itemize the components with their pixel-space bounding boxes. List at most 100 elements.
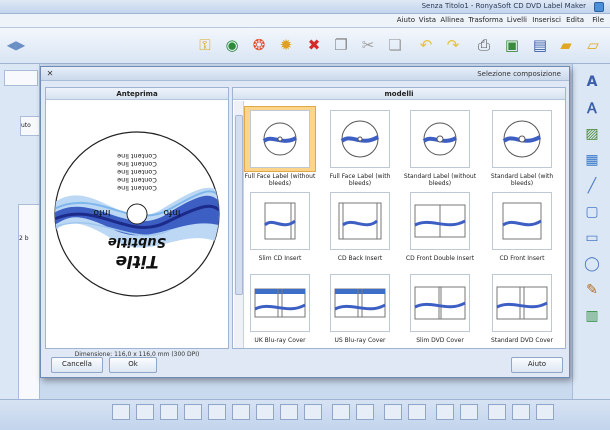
model-tile[interactable]: CD Front Double Insert [401,188,479,262]
tools-panel: A Ａ ▨ ▦ ╱ ▢ ▭ ◯ ✎ ▥ [572,64,610,399]
key-icon[interactable]: ⚿ [195,35,215,55]
ellipse-tool-icon[interactable]: ◯ [582,254,602,274]
title-bar: Senza Titolo1 - RonyaSoft CD DVD Label M… [0,0,610,14]
preview-subtitle: Subtitle [108,234,166,249]
preview-info-left: Info [163,207,181,217]
cancel-button[interactable]: Cancella [51,357,103,373]
open-folder-icon[interactable]: ▰ [556,35,576,55]
model-tile[interactable]: CD Back Insert [321,188,399,262]
menu-transform[interactable]: Trasforma [468,16,503,24]
model-tile[interactable]: Slim DVD Cover [401,270,479,344]
model-label: CD Front Double Insert [405,255,475,262]
model-label: CD Front Insert [499,255,545,262]
delete-icon[interactable]: ✖ [304,35,324,55]
align-right-icon[interactable] [160,404,178,420]
nav-arrows-icon[interactable]: ◀▶ [6,35,26,55]
align-middle-icon[interactable] [208,404,226,420]
model-label: Standard Label (without bleeds) [403,173,477,187]
disc-hole [126,203,148,225]
model-label: US Blu-ray Cover [334,337,386,344]
text-tool-icon[interactable]: A [582,72,602,92]
model-tile[interactable]: Full Face Label (with bleeds) [321,106,399,187]
preview-title: Title [116,251,159,271]
rounded-rectangle-tool-icon[interactable]: ▭ [582,228,602,248]
cut-icon[interactable]: ✂ [358,35,378,55]
menu-view[interactable]: Vista [419,16,436,24]
align-center-icon[interactable] [136,404,154,420]
save-icon[interactable]: ▤ [530,35,550,55]
same-width-icon[interactable] [488,404,506,420]
toolbar: ◀▶ ⚿ ◉ ❂ ✹ ✖ ❐ ✂ ❏ ↶ ↷ ⎙ ▣ ▤ ▰ ▱ [0,28,610,64]
left-panel-tab[interactable] [4,70,38,86]
undo-icon[interactable]: ↶ [416,35,436,55]
send-back-icon[interactable] [408,404,426,420]
dvd-cover-thumb [410,274,470,332]
models-panel: modelli Standard Label (with bleeds) Sta… [232,87,566,349]
preview-content-line: Content line [117,152,157,160]
preview-content-line: Content line [117,176,157,184]
copy-icon[interactable]: ❐ [331,35,351,55]
redo-icon[interactable]: ↷ [443,35,463,55]
ungroup-icon[interactable] [460,404,478,420]
menu-help[interactable]: Aiuto [397,16,415,24]
disc-preview: Title Subtitle Info Info Content line Co… [54,131,220,297]
same-size-icon[interactable] [536,404,554,420]
model-label: Standard Label (with bleeds) [490,173,554,187]
models-header: modelli [233,88,565,100]
distribute-icon[interactable] [256,404,274,420]
lifebuoy-icon[interactable]: ❂ [249,35,269,55]
background-tool-icon[interactable]: ▦ [582,150,602,170]
paste-icon[interactable]: ❏ [385,35,405,55]
preview-content-line: Content line [117,168,157,176]
align-bottom-icon[interactable] [232,404,250,420]
gear-icon[interactable]: ✹ [276,35,296,55]
model-label: Slim DVD Cover [416,337,464,344]
model-tile[interactable]: CD Front Insert [483,188,561,262]
flip-horizontal-icon[interactable] [280,404,298,420]
preview-content-line: Content line [117,184,157,192]
align-left-icon[interactable] [112,404,130,420]
menu-align[interactable]: Allinea [440,16,464,24]
menu-layers[interactable]: Livelli [507,16,527,24]
app-icon [594,2,604,12]
bring-front-icon[interactable] [384,404,402,420]
rectangle-tool-icon[interactable]: ▢ [582,202,602,222]
menu-edit[interactable]: Edita [566,16,584,24]
preview-info-right: Info [93,207,111,217]
line-tool-icon[interactable]: ╱ [582,176,602,196]
cd-label-thumb [410,110,470,168]
model-label: Full Face Label (with bleeds) [329,173,391,187]
insert-thumb [492,192,552,250]
curved-text-tool-icon[interactable]: Ａ [582,98,602,118]
barcode-tool-icon[interactable]: ▥ [582,306,602,326]
model-tile[interactable]: US Blu-ray Cover [321,270,399,344]
flip-vertical-icon[interactable] [304,404,322,420]
left-panel-help-button[interactable]: uto [20,116,40,136]
rotate-left-icon[interactable] [332,404,350,420]
model-tile[interactable]: Standard DVD Cover [483,270,561,344]
same-height-icon[interactable] [512,404,530,420]
close-icon[interactable]: ✕ [45,69,55,79]
model-tile[interactable]: Standard Label (without bleeds) [401,106,479,187]
align-top-icon[interactable] [184,404,202,420]
model-tile[interactable]: UK Blu-ray Cover [241,270,319,344]
image-tool-icon[interactable]: ▨ [582,124,602,144]
group-icon[interactable] [436,404,454,420]
model-tile[interactable]: Standard Label (with bleeds) [483,106,561,187]
model-label: CD Back Insert [337,255,383,262]
pen-tool-icon[interactable]: ✎ [582,280,602,300]
help-button[interactable]: Aiuto [511,357,563,373]
new-folder-icon[interactable]: ▱ [583,35,603,55]
menu-file[interactable]: File [592,16,604,24]
export-icon[interactable]: ▣ [502,35,522,55]
model-tile[interactable]: Slim CD Insert [241,188,319,262]
dialog-title: Selezione composizione [477,70,561,78]
left-panel-list: 2 b [18,204,40,416]
ok-button[interactable]: Ok [109,357,157,373]
model-tile-selected[interactable]: Full Face Label (without bleeds) [241,106,319,187]
print-icon[interactable]: ⎙ [474,35,494,55]
insert-thumb [410,192,470,250]
rotate-right-icon[interactable] [356,404,374,420]
menu-insert[interactable]: Inserisci [532,16,561,24]
globe-icon[interactable]: ◉ [222,35,242,55]
